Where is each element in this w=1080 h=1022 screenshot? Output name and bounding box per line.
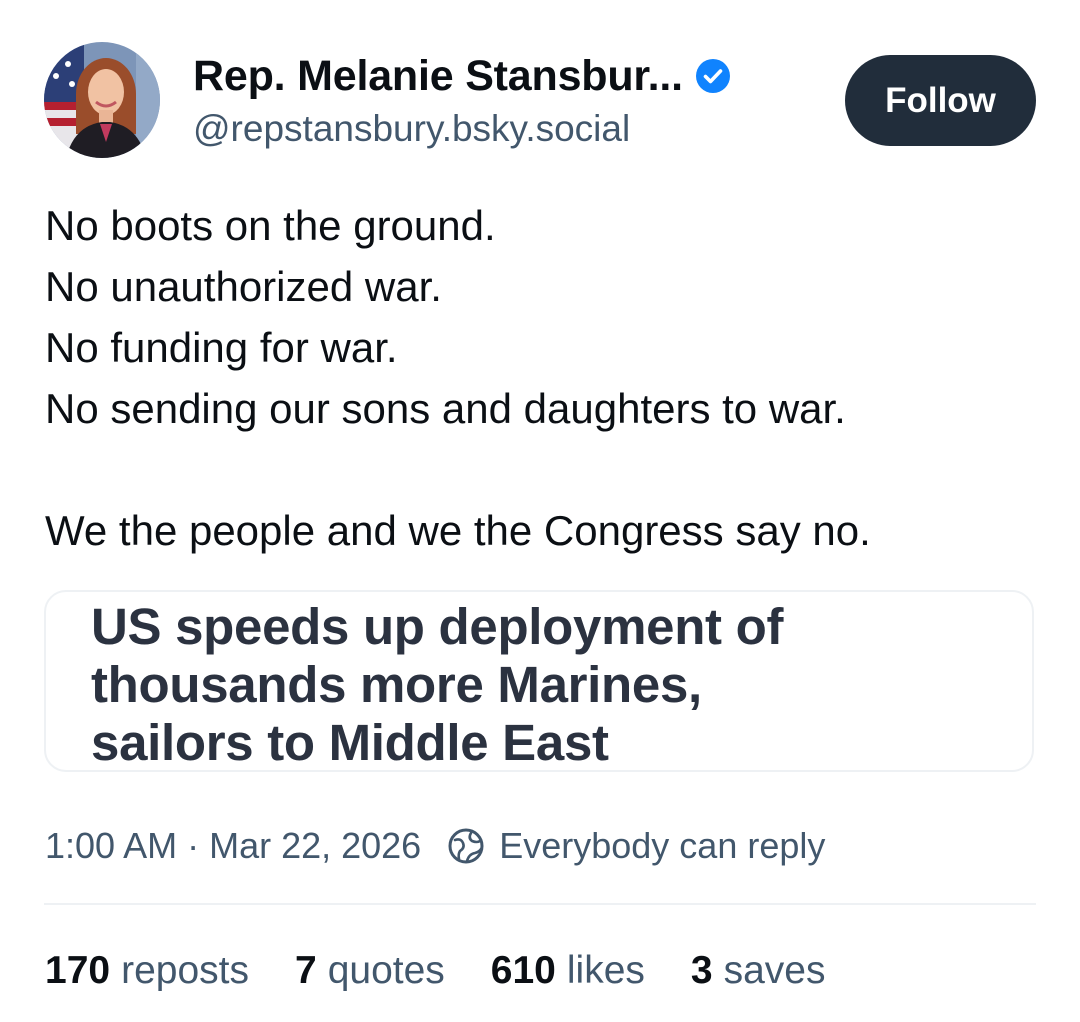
link-card-headline: US speeds up deployment of thousands mor…	[91, 598, 991, 771]
post-line: No boots on the ground.	[45, 202, 496, 249]
display-name-row: Rep. Melanie Stansbur...	[193, 48, 731, 104]
quotes-count: 7	[294, 949, 317, 992]
post-container: Rep. Melanie Stansbur... @repstansbury.b…	[0, 0, 1080, 1022]
likes-stat[interactable]: 610 likes	[491, 949, 645, 993]
likes-label: likes	[566, 949, 645, 992]
quotes-label: quotes	[327, 949, 445, 992]
headline-line: sailors to Middle East	[91, 714, 609, 771]
engagement-stats: 170 reposts 7 quotes 610 likes 3 saves	[45, 944, 872, 998]
reply-setting-label: Everybody can reply	[499, 825, 826, 866]
author-handle[interactable]: @repstansbury.bsky.social	[193, 108, 630, 150]
quotes-stat[interactable]: 7 quotes	[295, 949, 445, 993]
post-timestamp[interactable]: 1:00 AM · Mar 22, 2026	[45, 825, 421, 867]
reposts-label: reposts	[121, 949, 249, 992]
saves-stat[interactable]: 3 saves	[691, 949, 826, 993]
follow-button[interactable]: Follow	[845, 55, 1036, 146]
post-line: No funding for war.	[45, 324, 398, 371]
post-line: No sending our sons and daughters to war…	[45, 385, 846, 432]
likes-count: 610	[490, 949, 556, 992]
saves-label: saves	[723, 949, 826, 992]
globe-icon	[447, 827, 485, 865]
divider	[44, 903, 1036, 905]
avatar-image	[44, 42, 160, 158]
verified-badge-icon[interactable]	[695, 58, 731, 94]
reply-setting[interactable]: Everybody can reply	[447, 825, 825, 867]
reposts-count: 170	[45, 949, 111, 992]
post-text: No boots on the ground. No unauthorized …	[45, 195, 1045, 561]
author-avatar[interactable]	[44, 42, 160, 158]
saves-count: 3	[690, 949, 713, 992]
headline-line: thousands more Marines,	[91, 656, 702, 713]
post-line: No unauthorized war.	[45, 263, 442, 310]
post-closing-line: We the people and we the Congress say no…	[45, 507, 871, 554]
headline-line: US speeds up deployment of	[91, 598, 784, 655]
post-meta-row: 1:00 AM · Mar 22, 2026 Everybody can rep…	[45, 822, 825, 870]
author-display-name[interactable]: Rep. Melanie Stansbur...	[193, 52, 683, 101]
link-preview-card[interactable]: US speeds up deployment of thousands mor…	[44, 590, 1034, 772]
reposts-stat[interactable]: 170 reposts	[45, 949, 249, 993]
